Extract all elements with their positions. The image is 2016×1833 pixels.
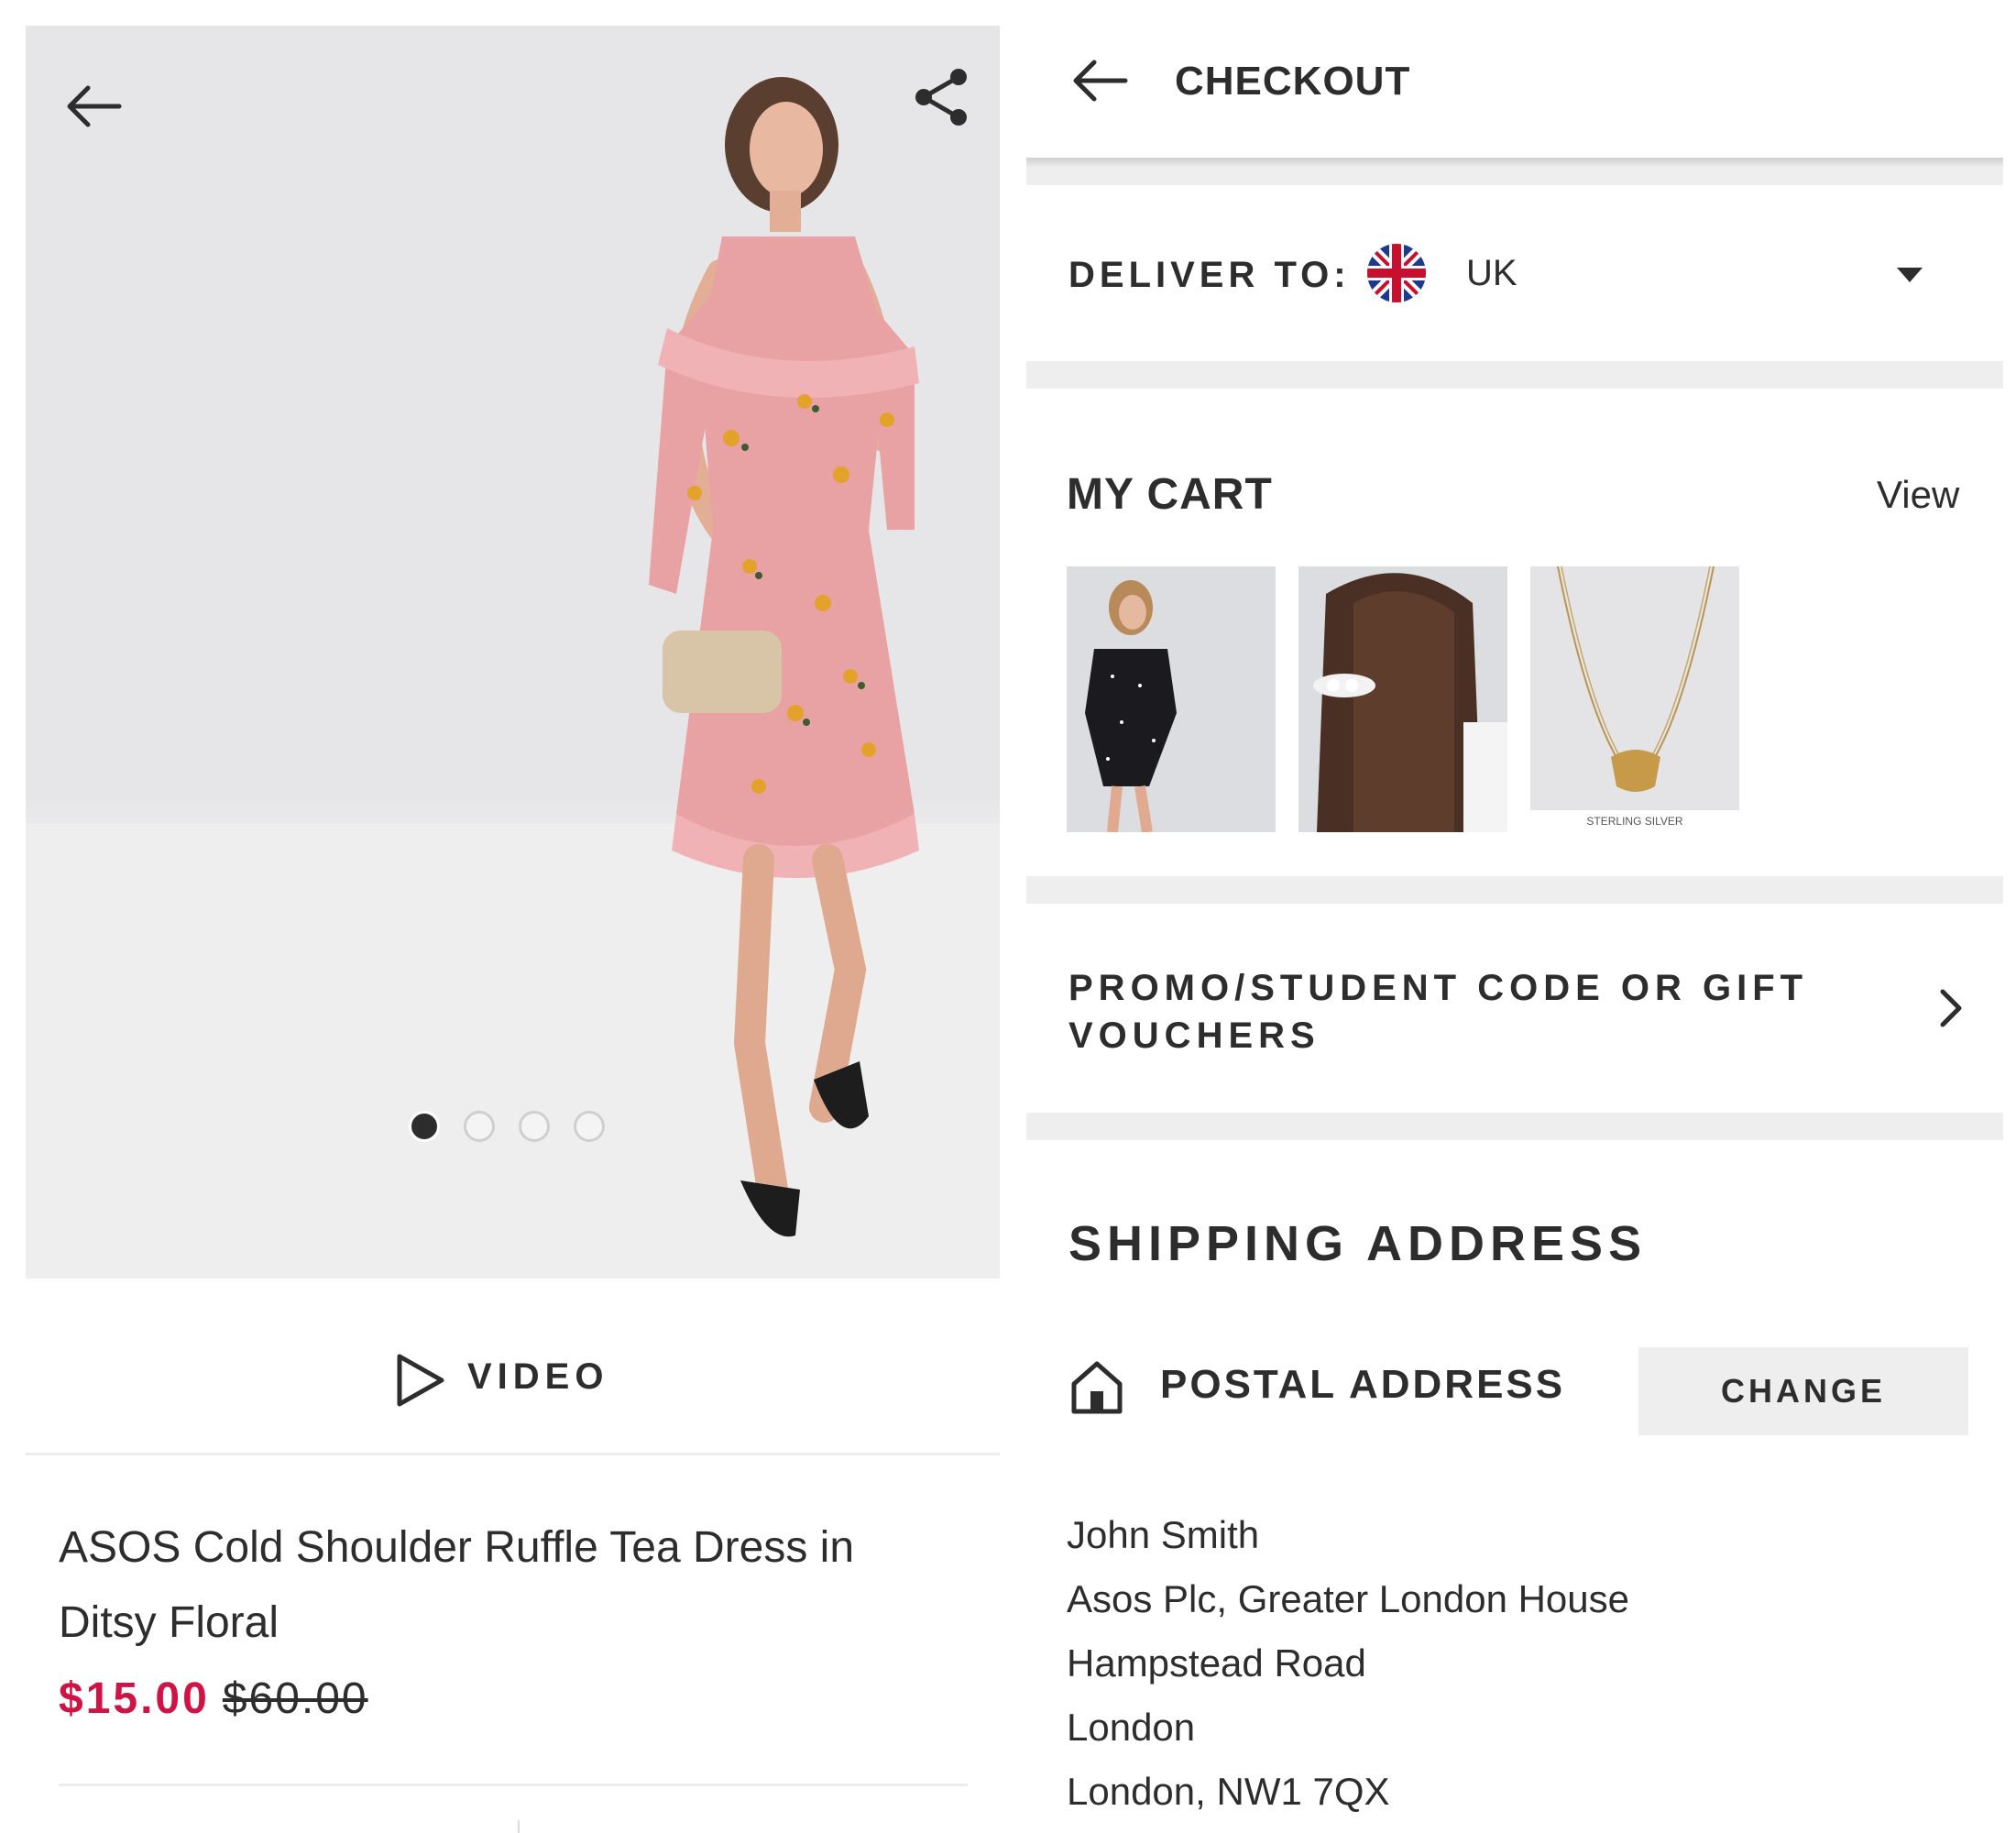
cart-item-necklace-image [1530, 566, 1739, 832]
section-divider [1026, 361, 2003, 389]
address-line: London [1067, 1706, 1196, 1749]
product-title: ASOS Cold Shoulder Ruffle Tea Dress in D… [59, 1523, 855, 1647]
product-page: VIDEO ASOS Cold Shoulder Ruffle Tea Dres… [26, 26, 1000, 1833]
back-arrow-icon[interactable] [1067, 48, 1133, 114]
video-button[interactable]: VIDEO [26, 1309, 1000, 1455]
cart-view-link[interactable]: View [1877, 473, 1959, 517]
country-value: UK [1466, 253, 1517, 293]
product-caption: STERLING SILVER [1530, 810, 1739, 832]
carousel-dot[interactable] [409, 1111, 440, 1142]
carousel-dot[interactable] [519, 1111, 550, 1142]
section-divider [1026, 1113, 2003, 1140]
play-icon [397, 1354, 444, 1407]
page-title: CHECKOUT [1175, 59, 1411, 104]
caret-down-icon [1897, 268, 1923, 282]
change-address-button[interactable]: CHANGE [1638, 1347, 1968, 1435]
deliver-to-label: DELIVER TO: [1068, 255, 1351, 295]
cart-item-hair-clip[interactable] [1298, 566, 1507, 832]
product-photo [649, 77, 919, 1237]
uk-flag-icon [1367, 244, 1426, 302]
carousel-dot[interactable] [464, 1111, 495, 1142]
section-divider [1026, 876, 2003, 904]
address-line: Hampstead Road [1067, 1641, 1366, 1685]
sale-price: $15.00 [59, 1674, 210, 1723]
cart-title: MY CART [1067, 470, 1273, 519]
shipping-address: John Smith Asos Plc, Greater London Hous… [1067, 1503, 1629, 1824]
checkout-header: CHECKOUT [1026, 0, 2003, 158]
back-arrow-icon[interactable] [60, 73, 126, 139]
postal-address-label: POSTAL ADDRESS [1160, 1362, 1566, 1407]
cart-item-dress-image [1067, 566, 1276, 832]
share-icon[interactable] [909, 64, 975, 130]
original-price: $60.00 [222, 1674, 368, 1723]
chevron-right-icon [1940, 989, 1962, 1027]
address-line: London, NW1 7QX [1067, 1770, 1390, 1813]
address-line: Asos Plc, Greater London House [1067, 1577, 1630, 1620]
divider [518, 1820, 520, 1833]
video-label: VIDEO [467, 1356, 609, 1397]
cart-item-necklace[interactable]: STERLING SILVER [1530, 566, 1739, 832]
shipping-address-title: SHIPPING ADDRESS [1068, 1216, 1648, 1271]
promo-code-label: PROMO/STUDENT CODE OR GIFT VOUCHERS [1068, 968, 1809, 1056]
carousel-dot[interactable] [574, 1111, 605, 1142]
address-line: John Smith [1067, 1513, 1260, 1556]
product-image-carousel[interactable] [26, 26, 1000, 1279]
checkout-page: CHECKOUT DELIVER TO: UK MY CART View STE… [1026, 0, 2003, 1833]
header-shadow [1026, 158, 2003, 185]
carousel-dots [26, 1111, 1000, 1147]
cart-item-hair-clip-image [1298, 566, 1507, 832]
cart-item-dress[interactable] [1067, 566, 1276, 832]
price-row: $15.00 $60.00 [59, 1674, 368, 1724]
divider [59, 1784, 968, 1786]
house-icon [1071, 1361, 1123, 1414]
